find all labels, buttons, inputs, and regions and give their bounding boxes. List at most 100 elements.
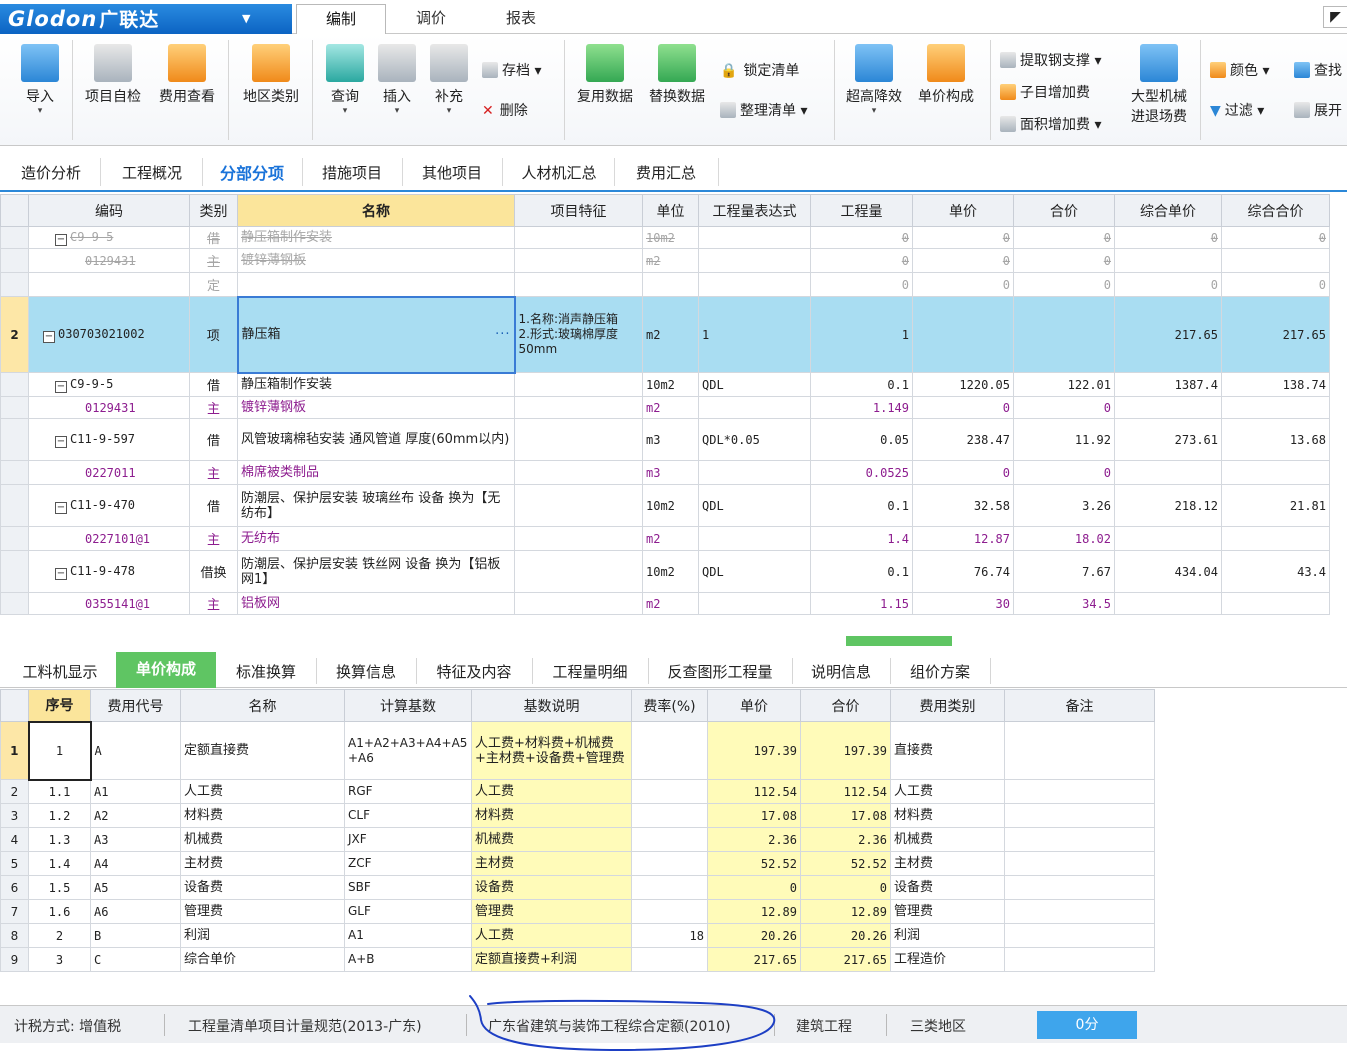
cell-unit-price[interactable]: 12.89	[707, 899, 801, 924]
cell-rate[interactable]	[631, 779, 708, 804]
cell-unit-price[interactable]: 0	[912, 460, 1014, 485]
area-fee-dropdown-icon[interactable]: ▾	[1094, 117, 1101, 133]
cell-total[interactable]: 0	[1013, 460, 1115, 485]
table-row[interactable]: − C11-9-470 借防潮层、保护层安装 玻璃丝布 设备 换为【无纺布】 10m2…	[0, 484, 1330, 527]
tab-edit[interactable]: 编制	[296, 4, 386, 34]
table-row[interactable]: 定00000	[0, 272, 1330, 297]
table-row[interactable]: 3 1.2 A2 材料费 CLF 材料费 17.08 17.08 材料费	[0, 803, 1155, 828]
cell-composite-price[interactable]: 1387.4	[1114, 372, 1222, 397]
tab-pricing-plan[interactable]: 组价方案	[892, 661, 988, 682]
cell-seq[interactable]: 1.1	[28, 779, 91, 804]
find-button[interactable]: 查找	[1294, 60, 1342, 80]
cell-expression[interactable]	[698, 272, 811, 297]
cell-quantity[interactable]: 0.1	[810, 550, 913, 593]
cell-name[interactable]: 防潮层、保护层安装 玻璃丝布 设备 换为【无纺布】	[237, 484, 515, 527]
cell-total[interactable]: 7.67	[1013, 550, 1115, 593]
cell-unit-price[interactable]: 0	[912, 226, 1014, 249]
cell-fee-code[interactable]: A1	[90, 779, 181, 804]
header-unit-price[interactable]: 单价	[707, 689, 801, 722]
cell-quantity[interactable]: 1.4	[810, 526, 913, 551]
cell-total[interactable]: 17.08	[800, 803, 891, 828]
cell-feature[interactable]	[514, 550, 643, 593]
table-row[interactable]: 1 1 A 定额直接费 A1+A2+A3+A4+A5+A6 人工费+材料费+机械费+主材费…	[0, 720, 1155, 781]
cell-feature[interactable]	[514, 248, 643, 273]
cell-name[interactable]: 镀锌薄钢板	[237, 248, 515, 273]
tab-fee-summary[interactable]: 费用汇总	[616, 162, 716, 183]
cell-code[interactable]: 0355141@1	[28, 592, 190, 615]
table-row[interactable]: 8 2 B 利润 A1 人工费 18 20.26 20.26 利润	[0, 923, 1155, 948]
self-check-button[interactable]: 项目自检	[80, 44, 146, 106]
over-height-dropdown-icon[interactable]: ▾	[840, 106, 908, 116]
table-row[interactable]: 6 1.5 A5 设备费 SBF 设备费 0 0 设备费	[0, 875, 1155, 900]
cell-name[interactable]: 无纺布	[237, 526, 515, 551]
cell-code[interactable]: − C9-9-5	[28, 372, 190, 397]
cell-base-desc[interactable]: 材料费	[471, 803, 632, 828]
cell-code[interactable]: 0129431	[28, 396, 190, 419]
header-composite-total[interactable]: 综合合价	[1221, 194, 1330, 227]
tab-other-items[interactable]: 其他项目	[404, 162, 500, 183]
cell-base[interactable]: CLF	[344, 803, 472, 828]
collapse-toggle-icon[interactable]: −	[55, 567, 67, 580]
cell-code[interactable]	[28, 272, 190, 297]
cell-fee-category[interactable]: 利润	[890, 923, 1005, 948]
cell-base[interactable]: A+B	[344, 947, 472, 972]
cell-code[interactable]: − C11-9-597	[28, 418, 190, 461]
header-name[interactable]: 名称	[237, 194, 515, 227]
cell-seq[interactable]: 1.5	[28, 875, 91, 900]
cell-total[interactable]: 0	[1013, 226, 1115, 249]
cell-total[interactable]: 112.54	[800, 779, 891, 804]
cell-rate[interactable]	[631, 803, 708, 828]
cell-composite-price[interactable]	[1114, 248, 1222, 273]
cell-fee-code[interactable]: B	[90, 923, 181, 948]
cell-unit-price[interactable]: 1220.05	[912, 372, 1014, 397]
over-height-button[interactable]: 超高降效 ▾	[840, 44, 908, 116]
cell-note[interactable]	[1004, 851, 1155, 876]
cell-composite-price[interactable]: 434.04	[1114, 550, 1222, 593]
table-row[interactable]: 5 1.4 A4 主材费 ZCF 主材费 52.52 52.52 主材费	[0, 851, 1155, 876]
cell-name[interactable]: 设备费	[180, 875, 345, 900]
cell-base[interactable]: A1+A2+A3+A4+A5+A6	[344, 721, 472, 780]
cell-base[interactable]: SBF	[344, 875, 472, 900]
logo-dropdown-icon[interactable]: ▼	[242, 4, 251, 34]
cell-total[interactable]: 217.65	[800, 947, 891, 972]
cell-base[interactable]: GLF	[344, 899, 472, 924]
header-expression[interactable]: 工程量表达式	[698, 194, 811, 227]
cell-total[interactable]: 52.52	[800, 851, 891, 876]
cell-composite-price[interactable]: 0	[1114, 272, 1222, 297]
tab-cost-analysis[interactable]: 造价分析	[4, 162, 98, 183]
cell-expression[interactable]: 1	[698, 296, 811, 373]
filter-dropdown-icon[interactable]: ▾	[1257, 103, 1264, 119]
cell-fee-category[interactable]: 人工费	[890, 779, 1005, 804]
table-row[interactable]: 4 1.3 A3 机械费 JXF 机械费 2.36 2.36 机械费	[0, 827, 1155, 852]
cell-name[interactable]: 利润	[180, 923, 345, 948]
cell-base-desc[interactable]: 主材费	[471, 851, 632, 876]
cell-unit[interactable]: 10m2	[642, 484, 699, 527]
cell-composite-total[interactable]	[1221, 248, 1330, 273]
cell-seq[interactable]: 1.3	[28, 827, 91, 852]
cell-type[interactable]: 借	[189, 226, 238, 249]
collapse-toggle-icon[interactable]: −	[55, 380, 67, 393]
header-unit-price[interactable]: 单价	[912, 194, 1014, 227]
cell-unit[interactable]: 10m2	[642, 372, 699, 397]
cell-rate[interactable]	[631, 851, 708, 876]
cell-type[interactable]: 定	[189, 272, 238, 297]
replace-data-button[interactable]: 替换数据	[644, 44, 710, 106]
cell-composite-price[interactable]	[1114, 592, 1222, 615]
cell-expression[interactable]: QDL	[698, 550, 811, 593]
fee-view-button[interactable]: 费用查看	[154, 44, 220, 106]
cell-code[interactable]: − C11-9-478	[28, 550, 190, 593]
cell-unit-price[interactable]: 20.26	[707, 923, 801, 948]
supplement-button[interactable]: 补充 ▾	[424, 44, 474, 116]
tab-unit-price-composition[interactable]: 单价构成	[116, 652, 216, 688]
cell-total[interactable]: 0	[800, 875, 891, 900]
table-row[interactable]: 0129431 主镀锌薄钢板 m2 1.149 0 0	[0, 396, 1330, 419]
cell-fee-category[interactable]: 直接费	[890, 721, 1005, 780]
filter-button[interactable]: ▼ 过滤 ▾	[1210, 100, 1264, 120]
cell-note[interactable]	[1004, 827, 1155, 852]
cell-quantity[interactable]: 1.149	[810, 396, 913, 419]
cell-expression[interactable]	[698, 396, 811, 419]
cell-name[interactable]: 综合单价	[180, 947, 345, 972]
cell-unit-price[interactable]: 17.08	[707, 803, 801, 828]
cell-composite-total[interactable]	[1221, 592, 1330, 615]
cell-code[interactable]: − C9-9-5	[28, 226, 190, 249]
